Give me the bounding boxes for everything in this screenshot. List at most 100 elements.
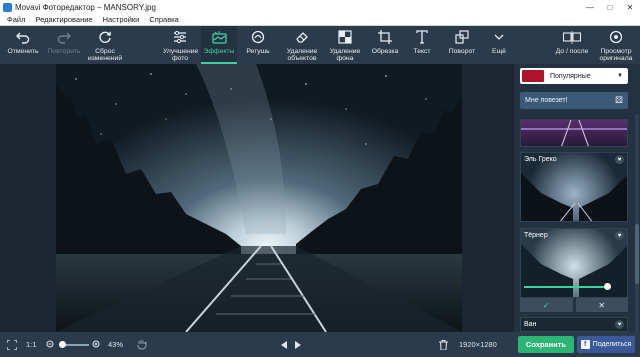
effects-panel: Популярные ▼ Мне повезет! ⚄ Эль Греко ♥ … (514, 64, 640, 332)
panel-scrollbar[interactable] (635, 114, 639, 332)
enhance-button[interactable]: Улучшение фото (160, 26, 200, 64)
hand-icon[interactable] (137, 332, 147, 357)
effect-name: Тёрнер (524, 232, 548, 239)
remove-bg-icon (336, 29, 354, 45)
crop-button[interactable]: Обрезка (368, 26, 402, 64)
undo-label: Отменить (7, 48, 39, 55)
workspace-right-margin (462, 64, 514, 332)
maximize-icon[interactable]: □ (600, 0, 620, 14)
before-after-label: До / после (555, 48, 589, 55)
more-label: Ещё (492, 48, 506, 55)
scrollbar-thumb[interactable] (635, 224, 639, 284)
apply-button[interactable]: ✓ (520, 298, 573, 312)
check-icon: ✓ (542, 300, 550, 310)
photo-image (56, 64, 462, 332)
effect-name: Ван (524, 321, 537, 328)
next-icon[interactable] (294, 332, 301, 357)
crop-label: Обрезка (371, 48, 399, 55)
effect-actions: ✓ ✕ (520, 298, 628, 312)
crop-icon (376, 29, 394, 45)
menu-settings[interactable]: Настройки (103, 15, 140, 24)
more-button[interactable]: Ещё (486, 26, 512, 64)
effect-thumbnail (521, 120, 627, 146)
heart-icon[interactable]: ♥ (615, 155, 624, 164)
heart-icon[interactable]: ♥ (615, 231, 624, 240)
remove-objects-button[interactable]: Удаление объектов (280, 26, 324, 64)
share-label: Поделиться (592, 341, 632, 348)
menu-file[interactable]: Файл (7, 15, 25, 24)
reset-button[interactable]: Сброс изменений (86, 26, 124, 64)
menu-edit[interactable]: Редактирование (35, 15, 92, 24)
retouch-icon (249, 29, 267, 45)
main-toolbar: Отменить Повторить Сброс изменений Улучш… (0, 26, 640, 64)
remove-bg-button[interactable]: Удаление фона (324, 26, 366, 64)
text-icon (413, 29, 431, 45)
category-label: Популярные (550, 72, 591, 80)
zoom-out-icon[interactable] (46, 332, 55, 357)
enhance-icon (171, 29, 189, 45)
before-after-icon (563, 29, 581, 45)
close-window-icon[interactable]: ✕ (620, 0, 640, 14)
effect-intensity-slider[interactable] (524, 283, 611, 290)
menu-bar: Файл Редактирование Настройки Справка (0, 14, 640, 26)
zoom-in-icon[interactable] (92, 332, 101, 357)
minimize-icon[interactable]: — (580, 0, 600, 14)
remove-objects-label: Удаление объектов (286, 48, 318, 62)
zoom-slider-knob[interactable] (59, 340, 66, 348)
effect-thumbnail (521, 173, 627, 221)
effect-name: Эль Греко (524, 156, 557, 163)
effects-icon (210, 29, 228, 45)
effects-label: Эффекты (203, 48, 235, 55)
heart-icon[interactable]: ♥ (615, 320, 624, 329)
rotate-button[interactable]: Поворот (442, 26, 482, 64)
retouch-label: Ретушь (246, 48, 270, 55)
lucky-button[interactable]: Мне повезет! ⚄ (520, 92, 628, 109)
effect-card-top[interactable] (520, 119, 628, 147)
window-title: Movavi Фоторедактор – MANSORY.jpg (15, 2, 156, 12)
redo-icon (55, 29, 73, 45)
before-after-button[interactable]: До / после (552, 26, 592, 64)
cancel-button[interactable]: ✕ (575, 298, 628, 312)
window-titlebar: Movavi Фоторедактор – MANSORY.jpg — □ ✕ (0, 0, 640, 14)
workspace-left-margin (0, 64, 56, 332)
effect-card-van[interactable]: Ван ♥ (520, 317, 628, 332)
redo-label: Повторить (47, 48, 81, 55)
chevron-down-icon (490, 29, 508, 45)
trash-icon[interactable] (439, 332, 448, 357)
eye-icon (607, 29, 625, 45)
save-button[interactable]: Сохранить (518, 336, 574, 353)
retouch-button[interactable]: Ретушь (240, 26, 276, 64)
effect-card-el-greco[interactable]: Эль Греко ♥ (520, 152, 628, 222)
view-original-button[interactable]: Просмотр оригинала (595, 26, 637, 64)
view-original-label: Просмотр оригинала (599, 48, 633, 62)
menu-help[interactable]: Справка (149, 15, 178, 24)
actual-size-button[interactable]: 1:1 (26, 332, 36, 357)
eraser-icon (293, 29, 311, 45)
chevron-down-icon: ▼ (617, 73, 623, 79)
photo-canvas[interactable] (56, 64, 462, 332)
zoom-value: 43% (108, 340, 124, 349)
slider-knob[interactable] (604, 283, 611, 290)
text-label: Текст (413, 48, 431, 55)
zoom-slider[interactable] (59, 332, 89, 357)
reset-label: Сброс изменений (87, 48, 123, 62)
prev-icon[interactable] (281, 332, 288, 357)
facebook-icon: f (580, 340, 590, 349)
effects-tab[interactable]: Эффекты (201, 26, 237, 64)
image-dimensions: 1920×1280 (459, 340, 497, 349)
app-icon (3, 2, 12, 12)
dice-icon: ⚄ (615, 95, 623, 105)
close-icon: ✕ (598, 300, 606, 310)
share-button[interactable]: f Поделиться (577, 336, 635, 353)
undo-icon (14, 29, 32, 45)
fullscreen-icon[interactable] (7, 332, 17, 357)
rotate-icon (453, 29, 471, 45)
undo-button[interactable]: Отменить (6, 26, 40, 64)
rotate-label: Поворот (448, 48, 476, 55)
category-thumbnail (522, 70, 544, 82)
text-button[interactable]: Текст (406, 26, 438, 64)
effect-category-select[interactable]: Популярные ▼ (520, 68, 628, 84)
redo-button[interactable]: Повторить (44, 26, 84, 64)
remove-bg-label: Удаление фона (329, 48, 361, 62)
enhance-label: Улучшение фото (163, 48, 199, 62)
